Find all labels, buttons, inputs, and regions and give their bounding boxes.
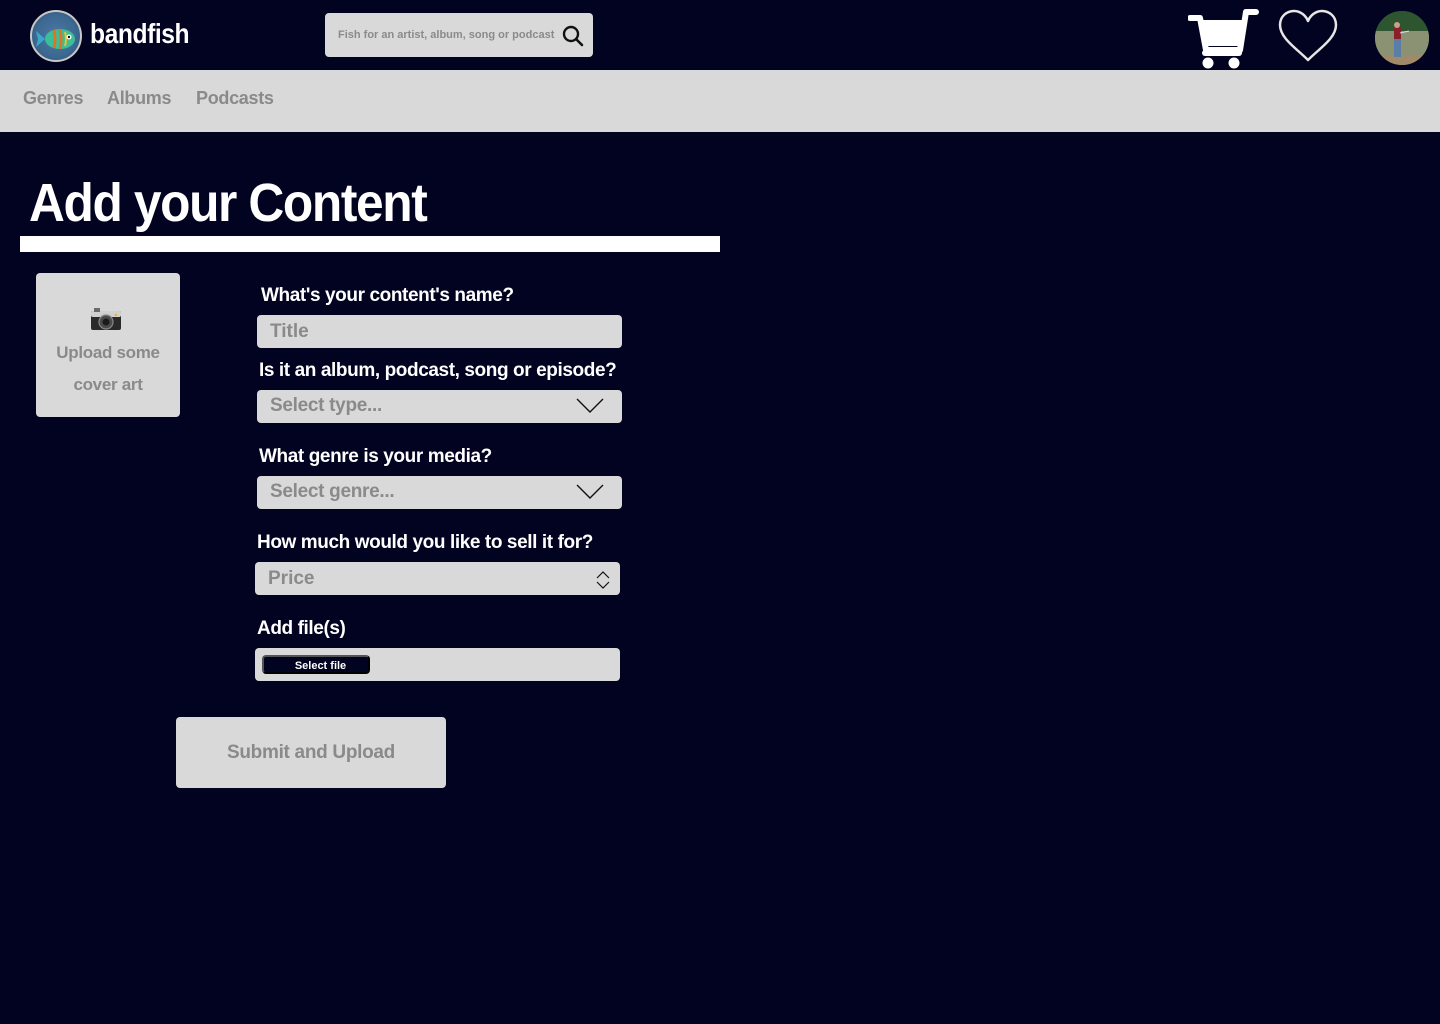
cover-art-label: Upload some cover art bbox=[36, 337, 180, 401]
cover-art-upload[interactable]: Upload some cover art bbox=[36, 273, 180, 417]
price-field-wrap bbox=[255, 562, 620, 595]
cover-art-label-line1: Upload some bbox=[56, 343, 160, 362]
brand-name[interactable]: bandfish bbox=[90, 18, 190, 50]
search-icon[interactable] bbox=[561, 24, 585, 48]
user-avatar[interactable] bbox=[1375, 11, 1429, 65]
chevron-down-icon bbox=[576, 484, 604, 500]
nav-albums[interactable]: Albums bbox=[107, 88, 172, 109]
heart-icon[interactable] bbox=[1276, 8, 1340, 64]
nav-podcasts[interactable]: Podcasts bbox=[196, 88, 274, 109]
type-question: Is it an album, podcast, song or episode… bbox=[259, 360, 617, 381]
title-divider bbox=[20, 236, 720, 252]
fish-logo-icon[interactable] bbox=[30, 10, 82, 62]
cart-icon[interactable] bbox=[1187, 6, 1260, 70]
genre-select-value: Select genre... bbox=[270, 481, 395, 502]
search-bar bbox=[325, 13, 593, 57]
camera-icon bbox=[90, 307, 122, 331]
genre-question: What genre is your media? bbox=[259, 446, 492, 467]
number-stepper-icon[interactable] bbox=[596, 570, 610, 590]
nav-genres[interactable]: Genres bbox=[23, 88, 84, 109]
price-question: How much would you like to sell it for? bbox=[257, 532, 593, 553]
price-input[interactable] bbox=[255, 562, 620, 595]
type-select[interactable]: Select type... bbox=[257, 390, 622, 423]
file-input-wrap: Select file bbox=[255, 648, 620, 681]
files-question: Add file(s) bbox=[257, 618, 346, 639]
select-file-button[interactable]: Select file bbox=[262, 655, 370, 674]
submit-upload-button[interactable]: Submit and Upload bbox=[176, 717, 446, 788]
title-field-wrap bbox=[257, 315, 622, 348]
cover-art-label-line2: cover art bbox=[73, 375, 143, 394]
name-question: What's your content's name? bbox=[261, 285, 514, 306]
search-input[interactable] bbox=[325, 13, 555, 57]
chevron-down-icon bbox=[576, 398, 604, 414]
type-select-value: Select type... bbox=[270, 395, 382, 416]
title-input[interactable] bbox=[257, 315, 622, 348]
page-title: Add your Content bbox=[29, 173, 428, 233]
genre-select[interactable]: Select genre... bbox=[257, 476, 622, 509]
